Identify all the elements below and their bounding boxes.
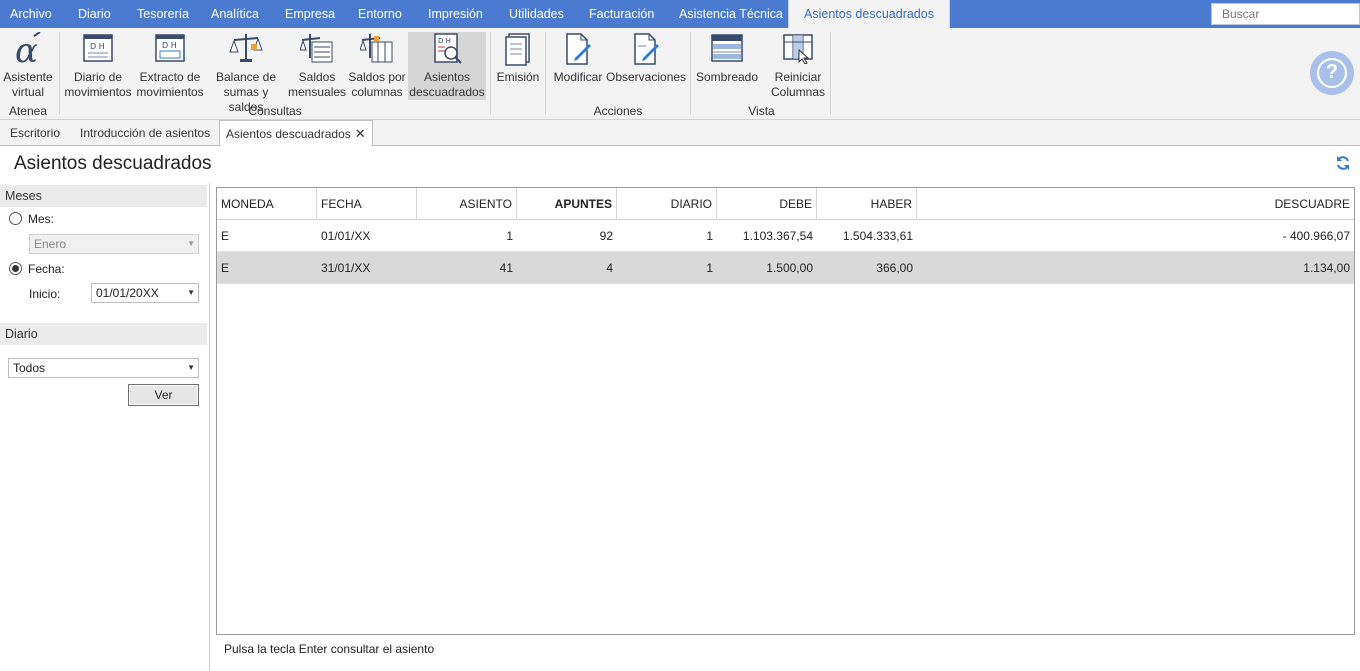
- cell-debe: 1.500,00: [766, 261, 813, 275]
- menu-entorno[interactable]: Entorno: [358, 0, 402, 28]
- journal-dh-icon: D H: [64, 32, 132, 66]
- extract-dh-icon: D H: [135, 32, 205, 66]
- alpha-icon: α: [2, 31, 54, 71]
- menu-diario[interactable]: Diario: [78, 0, 111, 28]
- tab-introduccion-asientos[interactable]: Introducción de asientos: [74, 120, 216, 146]
- column-header-haber[interactable]: HABER: [817, 188, 917, 220]
- ver-button[interactable]: Ver: [128, 384, 199, 406]
- ribbon: α Asistente virtual D H Diario de movimi…: [0, 28, 1360, 120]
- mes-radio[interactable]: [9, 212, 22, 225]
- menu-tesoreria[interactable]: Tesorería: [137, 0, 189, 28]
- asientos-grid: MONEDA FECHA ASIENTO APUNTES DIARIO DEBE…: [216, 187, 1355, 635]
- saldos-mensuales-button[interactable]: Saldos mensuales: [288, 32, 346, 100]
- group-label-acciones: Acciones: [593, 104, 643, 118]
- asientos-descuadrados-button[interactable]: D H Asientos descuadrados: [408, 32, 486, 100]
- group-label-atenea: Atenea: [8, 104, 48, 118]
- grid-header: MONEDA FECHA ASIENTO APUNTES DIARIO DEBE…: [217, 188, 1354, 220]
- refresh-icon[interactable]: [1335, 155, 1351, 176]
- group-label-consultas: Consultas: [248, 104, 302, 118]
- column-header-descuadre[interactable]: DESCUADRE: [917, 188, 1354, 220]
- close-icon[interactable]: ✕: [355, 126, 366, 141]
- chevron-down-icon: ▼: [187, 239, 195, 248]
- cell-fecha: 31/01/XX: [321, 261, 371, 275]
- inicio-label: Inicio:: [29, 287, 61, 301]
- unbalanced-search-icon: D H: [408, 32, 486, 66]
- cell-descuadre: - 400.966,07: [1282, 229, 1350, 243]
- balance-scale-icon: [207, 32, 285, 66]
- cell-debe: 1.103.367,54: [742, 229, 813, 243]
- modificar-button[interactable]: Modificar: [551, 32, 605, 100]
- chevron-down-icon[interactable]: ▼: [187, 284, 195, 302]
- saldos-por-columnas-button[interactable]: Saldos por columnas: [348, 32, 406, 100]
- mes-select[interactable]: Enero ▼: [29, 234, 199, 254]
- emision-button[interactable]: Emisión: [495, 32, 541, 100]
- table-row[interactable]: E 01/01/XX 1 92 1 1.103.367,54 1.504.333…: [217, 220, 1354, 252]
- cell-moneda: E: [221, 261, 230, 275]
- svg-text:D H: D H: [438, 37, 451, 45]
- chevron-down-icon: ▼: [187, 363, 195, 372]
- cell-asiento: 1: [506, 229, 513, 243]
- meses-header: Meses: [0, 185, 207, 207]
- menu-facturacion[interactable]: Facturación: [589, 0, 654, 28]
- svg-text:α: α: [15, 32, 38, 66]
- menu-asientos-descuadrados[interactable]: Asientos descuadrados: [788, 0, 950, 28]
- page-title: Asientos descuadrados: [14, 153, 212, 174]
- observaciones-button[interactable]: Observaciones: [606, 32, 686, 100]
- edit-document-icon: [551, 32, 605, 66]
- menu-analitica[interactable]: Analítica: [211, 0, 259, 28]
- menu-archivo[interactable]: Archivo: [10, 0, 52, 28]
- table-row[interactable]: E 31/01/XX 41 4 1 1.500,00 366,00 1.134,…: [217, 252, 1354, 284]
- extracto-de-movimientos-button[interactable]: D H Extracto de movimientos: [135, 32, 205, 100]
- cell-moneda: E: [221, 229, 230, 243]
- column-header-moneda[interactable]: MONEDA: [217, 188, 317, 220]
- reset-columns-icon: [768, 32, 828, 66]
- menu-utilidades[interactable]: Utilidades: [509, 0, 564, 28]
- column-header-apuntes[interactable]: APUNTES: [517, 188, 617, 220]
- cell-haber: 366,00: [876, 261, 913, 275]
- svg-text:D H: D H: [90, 42, 105, 51]
- sombreado-button[interactable]: Sombreado: [695, 32, 759, 100]
- inicio-date-picker[interactable]: 01/01/20XX ▼: [91, 283, 199, 303]
- notes-document-icon: [606, 32, 686, 66]
- fecha-radio[interactable]: [9, 262, 22, 275]
- svg-text:D H: D H: [162, 41, 177, 50]
- menu-bar: Archivo Diario Tesorería Analítica Empre…: [0, 0, 1360, 28]
- diario-de-movimientos-button[interactable]: D H Diario de movimientos: [64, 32, 132, 100]
- question-mark-icon: ?: [1317, 58, 1347, 88]
- monthly-balance-icon: [288, 32, 346, 66]
- menu-asistencia-tecnica[interactable]: Asistencia Técnica: [679, 0, 783, 28]
- column-header-diario[interactable]: DIARIO: [617, 188, 717, 220]
- reiniciar-columnas-button[interactable]: Reiniciar Columnas: [768, 32, 828, 100]
- asistente-virtual-button[interactable]: α Asistente virtual: [2, 31, 54, 100]
- search-input[interactable]: Buscar: [1211, 3, 1360, 25]
- print-document-icon: [495, 32, 541, 66]
- status-hint: Pulsa la tecla Enter consultar el asient…: [224, 642, 435, 656]
- column-balance-icon: [348, 32, 406, 66]
- filter-panel: Meses Mes: Enero ▼ Fecha: Inicio: 01/01/…: [0, 183, 210, 671]
- group-label-vista: Vista: [748, 104, 775, 118]
- column-header-debe[interactable]: DEBE: [717, 188, 817, 220]
- diario-select[interactable]: Todos ▼: [8, 358, 199, 378]
- cell-diario: 1: [706, 229, 713, 243]
- fecha-label: Fecha:: [28, 262, 65, 276]
- menu-impresion[interactable]: Impresión: [428, 0, 483, 28]
- diario-header: Diario: [0, 323, 207, 345]
- column-header-asiento[interactable]: ASIENTO: [417, 188, 517, 220]
- cell-asiento: 41: [499, 261, 513, 275]
- document-tabs: Escritorio Introducción de asientos Asie…: [0, 120, 1360, 147]
- cell-diario: 1: [706, 261, 713, 275]
- cell-descuadre: 1.134,00: [1303, 261, 1350, 275]
- mes-label: Mes:: [28, 212, 55, 226]
- help-button[interactable]: ?: [1310, 51, 1354, 95]
- menu-empresa[interactable]: Empresa: [285, 0, 335, 28]
- cell-apuntes: 92: [599, 229, 613, 243]
- tab-escritorio[interactable]: Escritorio: [4, 120, 66, 146]
- balance-sumas-saldos-button[interactable]: Balance de sumas y saldos: [207, 32, 285, 114]
- cell-fecha: 01/01/XX: [321, 229, 371, 243]
- cell-apuntes: 4: [606, 261, 613, 275]
- column-header-fecha[interactable]: FECHA: [317, 188, 417, 220]
- tab-asientos-descuadrados[interactable]: Asientos descuadrados ✕: [219, 120, 373, 147]
- shading-icon: [695, 32, 759, 66]
- cell-haber: 1.504.333,61: [842, 229, 913, 243]
